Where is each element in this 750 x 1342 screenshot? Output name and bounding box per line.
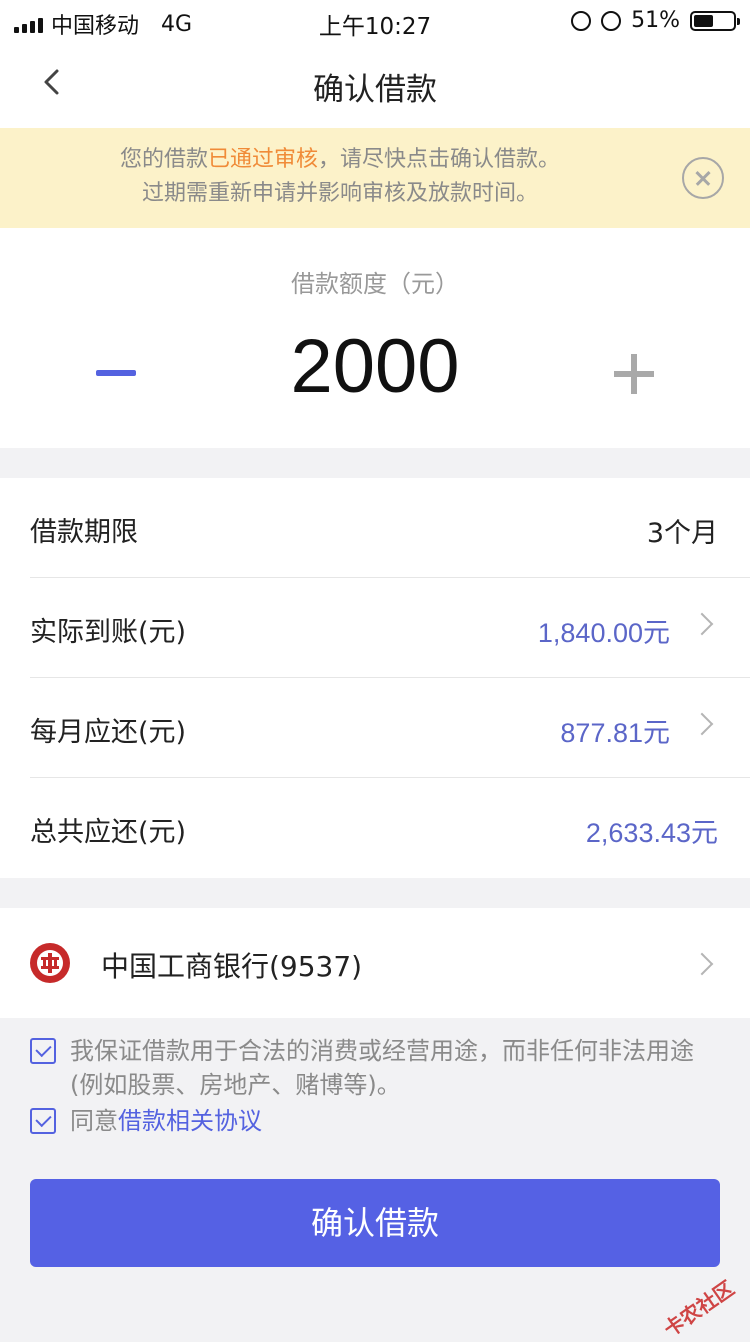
loan-term-label: 借款期限 [30, 517, 138, 548]
total-repayment-row: 总共应还(元) 2,633.43元 [30, 778, 750, 878]
loan-agreement-link[interactable]: 借款相关协议 [118, 1107, 262, 1135]
icbc-logo-icon [30, 943, 70, 983]
amount-label: 借款额度（元） [291, 270, 459, 298]
consent-prefix: 同意 [70, 1107, 118, 1135]
chevron-right-icon [690, 612, 714, 636]
battery-percent: 51% [631, 8, 680, 33]
approval-notice: 您的借款已通过审核，请尽快点击确认借款。 过期需重新申请并影响审核及放款时间。 [0, 128, 750, 228]
pledge-checkbox[interactable] [30, 1038, 56, 1064]
watermark: 卡农社区 [659, 1275, 739, 1342]
status-bar: 中国移动 4G 上午10:27 51% [0, 0, 750, 40]
confirm-loan-button[interactable]: 确认借款 [30, 1179, 720, 1267]
total-repayment-label: 总共应还(元) [30, 817, 187, 848]
notice-line2: 过期需重新申请并影响审核及放款时间。 [141, 181, 538, 206]
consent-text: 同意借款相关协议 [30, 1104, 720, 1138]
loan-term-value: 3个月 [646, 518, 718, 549]
status-right: 51% [571, 8, 740, 33]
monthly-payment-value: 877.81元 [560, 718, 670, 748]
chevron-right-icon [690, 952, 714, 976]
notice-line1-suffix: ，请尽快点击确认借款。 [318, 147, 561, 172]
bank-name: 中国工商银行(9537) [101, 950, 363, 983]
bank-card-selector[interactable]: 中国工商银行(9537) [0, 908, 750, 1018]
navigation-bar: 确认借款 [0, 40, 750, 128]
notice-text: 您的借款已通过审核，请尽快点击确认借款。 过期需重新申请并影响审核及放款时间。 [0, 143, 680, 211]
received-amount-value: 1,840.00元 [537, 618, 670, 648]
amount-card: 借款额度（元） 2000 [0, 228, 750, 448]
chevron-right-icon [690, 712, 714, 736]
rotation-lock-icon [571, 10, 592, 31]
notice-line1-prefix: 您的借款 [119, 147, 208, 172]
battery-fill [694, 14, 713, 27]
pledge-agreement[interactable]: 我保证借款用于合法的消费或经营用途，而非任何非法用途(例如股票、房地产、赌博等)… [30, 1034, 720, 1102]
received-amount-label: 实际到账(元) [30, 617, 187, 648]
total-repayment-value: 2,633.43元 [585, 818, 718, 848]
consent-checkbox[interactable] [30, 1108, 56, 1134]
pledge-text: 我保证借款用于合法的消费或经营用途，而非任何非法用途(例如股票、房地产、赌博等)… [70, 1037, 694, 1099]
close-notice-icon[interactable] [682, 157, 724, 199]
notice-highlight: 已通过审核 [207, 147, 318, 172]
battery-icon [690, 10, 740, 31]
monthly-payment-row[interactable]: 每月应还(元) 877.81元 [30, 678, 750, 778]
consent-agreement[interactable]: 同意借款相关协议 [30, 1104, 720, 1138]
monthly-payment-label: 每月应还(元) [30, 717, 187, 748]
increase-amount-button[interactable] [604, 346, 664, 406]
page-title: 确认借款 [313, 72, 437, 108]
alarm-icon [601, 10, 622, 31]
loan-details: 借款期限 3个月 实际到账(元) 1,840.00元 每月应还(元) 877.8… [0, 478, 750, 878]
received-amount-row[interactable]: 实际到账(元) 1,840.00元 [30, 578, 750, 678]
loan-term-row: 借款期限 3个月 [30, 478, 750, 578]
